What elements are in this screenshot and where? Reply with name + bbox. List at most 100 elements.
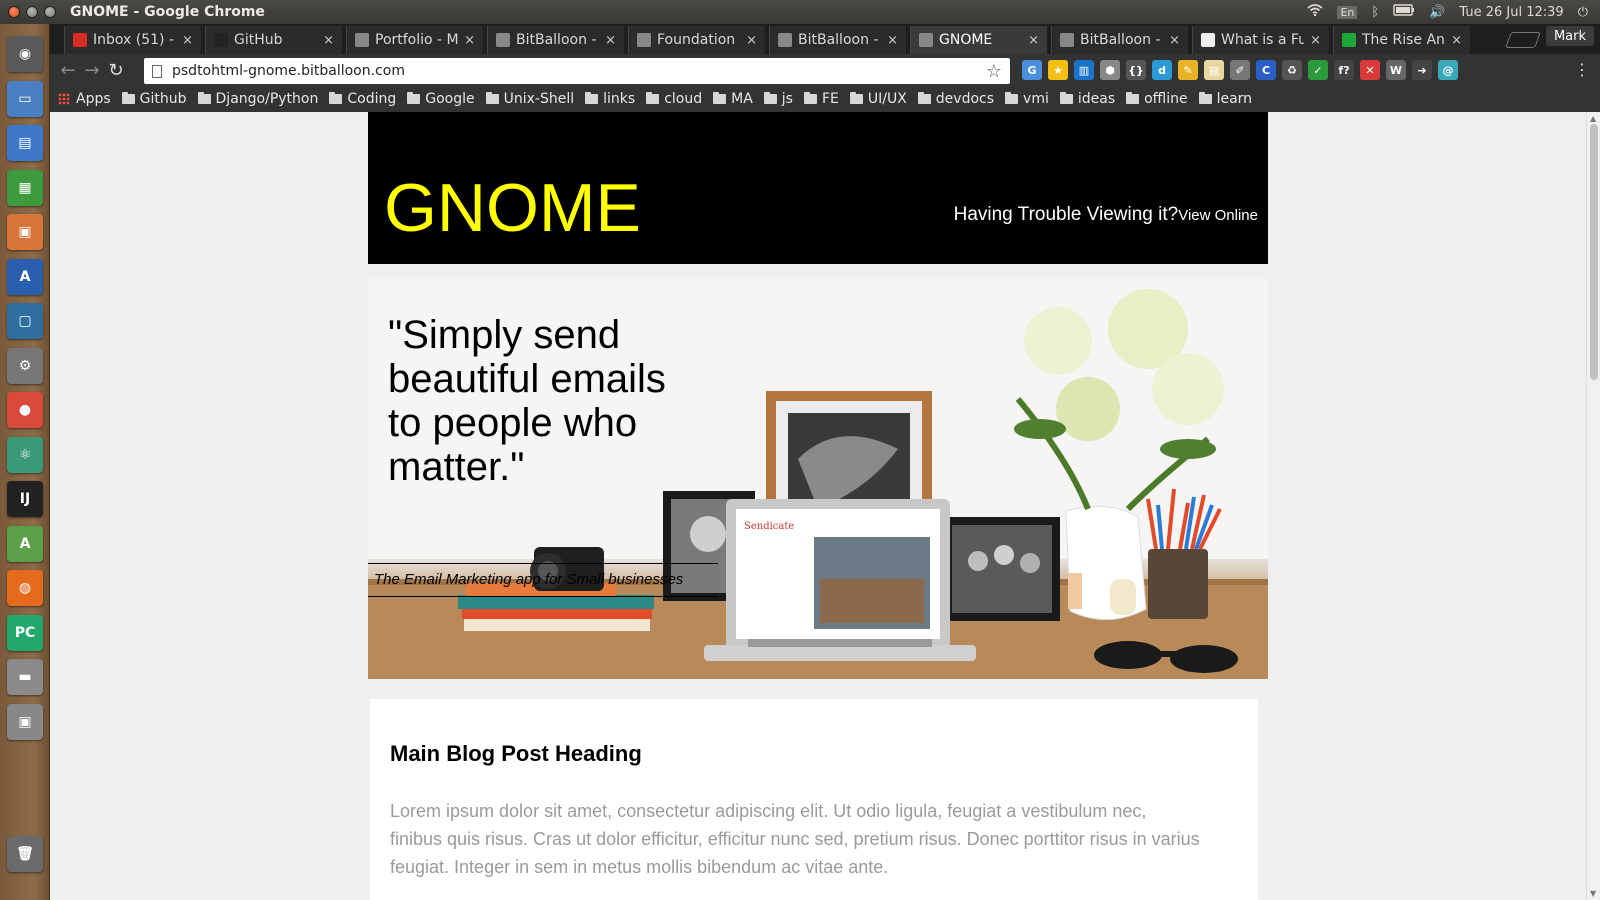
highlighter-ext-icon[interactable]: ✎ <box>1178 60 1198 80</box>
bookmark-folder[interactable]: vmi <box>1005 91 1049 107</box>
wifi-icon[interactable] <box>1307 4 1324 20</box>
firefox-launcher-icon[interactable]: ◍ <box>7 570 43 606</box>
bookmark-folder[interactable]: FE <box>803 91 839 107</box>
bookmark-folder[interactable]: Coding <box>329 91 396 107</box>
function-ext-icon[interactable]: f? <box>1334 60 1354 80</box>
page-viewport: GNOME Having Trouble Viewing it?View Onl… <box>50 112 1586 900</box>
tab-9[interactable]: The Rise An × <box>1333 26 1470 54</box>
shield-ext-icon[interactable]: ⬢ <box>1100 60 1120 80</box>
close-window-button[interactable] <box>8 6 20 18</box>
tab-close-icon[interactable]: × <box>605 33 616 48</box>
tab-1[interactable]: GitHub × <box>205 26 342 54</box>
minimize-window-button[interactable] <box>26 6 38 18</box>
json-ext-icon[interactable]: {} <box>1126 60 1146 80</box>
bookmark-folder[interactable]: offline <box>1126 91 1188 107</box>
tab-8[interactable]: What is a Fu × <box>1192 26 1329 54</box>
tab-close-icon[interactable]: × <box>887 33 898 48</box>
bookmark-star-icon[interactable]: ☆ <box>986 61 1002 82</box>
bookmark-folder[interactable]: devdocs <box>917 91 994 107</box>
tab-5[interactable]: BitBalloon - × <box>769 26 906 54</box>
address-bar[interactable]: psdtohtml-gnome.bitballoon.com ☆ <box>144 58 1010 84</box>
tab-close-icon[interactable]: × <box>1169 33 1180 48</box>
tab-3[interactable]: BitBalloon - × <box>487 26 624 54</box>
clock-indicator[interactable]: Tue 26 Jul 12:39 <box>1459 5 1563 20</box>
bookmark-folder[interactable]: cloud <box>646 91 702 107</box>
bookmark-folder[interactable]: learn <box>1198 91 1252 107</box>
back-arrow-icon[interactable]: ← <box>56 60 80 81</box>
keyboard-layout-indicator[interactable]: En <box>1337 5 1358 19</box>
files-launcher-icon[interactable]: ▭ <box>7 80 43 117</box>
new-tab-button[interactable] <box>1505 32 1541 48</box>
terminal-launcher-icon[interactable]: ▣ <box>7 703 43 740</box>
dash-home-launcher-icon[interactable]: ◉ <box>7 36 43 72</box>
tab-7[interactable]: BitBalloon - × <box>1051 26 1188 54</box>
tab-close-icon[interactable]: × <box>1028 33 1039 48</box>
scrollbar-thumb[interactable] <box>1590 124 1598 380</box>
view-online-link[interactable]: View Online <box>1178 207 1258 224</box>
tab-close-icon[interactable]: × <box>1310 33 1321 48</box>
tab-close-icon[interactable]: × <box>746 33 757 48</box>
volume-icon[interactable]: 🔊 <box>1429 5 1445 20</box>
software-center-launcher-icon[interactable]: A <box>7 258 43 295</box>
drive-launcher-icon[interactable]: ▬ <box>7 659 43 695</box>
arrow-ext-icon[interactable]: ➜ <box>1412 60 1432 80</box>
tab-close-icon[interactable]: × <box>1451 33 1462 48</box>
red-badge-ext-icon[interactable]: ✕ <box>1360 60 1380 80</box>
pen-ext-icon[interactable]: ✐ <box>1230 60 1250 80</box>
bookmark-folder[interactable]: Unix-Shell <box>485 91 574 107</box>
dict-ext-icon[interactable]: d <box>1152 60 1172 80</box>
tab-close-icon[interactable]: × <box>464 33 475 48</box>
trello-ext-icon[interactable]: ▥ <box>1074 60 1094 80</box>
bookmark-apps[interactable]: Apps <box>58 91 111 107</box>
wordpress-ext-icon[interactable]: W <box>1386 60 1406 80</box>
profile-button[interactable]: Mark <box>1545 26 1594 46</box>
tab-close-icon[interactable]: × <box>323 33 334 48</box>
tab-4[interactable]: Foundation × <box>628 26 765 54</box>
chrome-launcher-icon[interactable]: ● <box>7 392 43 428</box>
reload-icon[interactable]: ↻ <box>104 60 128 81</box>
page-scrollbar[interactable]: ▲ ▼ <box>1586 112 1600 900</box>
bookmark-folder[interactable]: UI/UX <box>849 91 907 107</box>
tab-close-icon[interactable]: × <box>182 33 193 48</box>
libreoffice-calc-launcher-icon[interactable]: ▦ <box>7 169 43 206</box>
bookmark-star-ext-icon[interactable]: ★ <box>1048 60 1068 80</box>
pycharm-launcher-icon[interactable]: PC <box>7 614 43 651</box>
bookmark-folder[interactable]: js <box>763 91 793 107</box>
bookmark-folder[interactable]: Google <box>407 91 475 107</box>
bluetooth-icon[interactable]: ᛒ <box>1371 5 1379 20</box>
bookmark-folder[interactable]: ideas <box>1059 91 1115 107</box>
address-bar-url[interactable]: psdtohtml-gnome.bitballoon.com <box>172 63 986 79</box>
translate-ext-icon[interactable]: G <box>1022 60 1042 80</box>
scroll-up-arrow-icon[interactable]: ▲ <box>1590 114 1596 123</box>
tab-label: The Rise An <box>1362 32 1445 48</box>
libreoffice-impress-launcher-icon[interactable]: ▣ <box>7 214 43 250</box>
tab-0[interactable]: Inbox (51) - r × <box>64 26 201 54</box>
trash-launcher-icon[interactable]: 🗑 <box>7 836 43 872</box>
folder-icon <box>849 92 863 104</box>
android-studio-launcher-icon[interactable]: A <box>7 525 43 562</box>
badge-ext-icon[interactable]: C <box>1256 60 1276 80</box>
intellij-launcher-icon[interactable]: IJ <box>7 481 43 517</box>
power-icon[interactable]: ⏻ <box>1578 5 1588 20</box>
forward-arrow-icon[interactable]: → <box>80 60 104 81</box>
bookmark-folder[interactable]: links <box>585 91 635 107</box>
libreoffice-writer-launcher-icon[interactable]: ▤ <box>7 125 43 161</box>
maximize-window-button[interactable] <box>44 6 56 18</box>
swirl-ext-icon[interactable]: @ <box>1438 60 1458 80</box>
tab-label: What is a Fu <box>1221 32 1305 48</box>
battery-icon[interactable] <box>1393 4 1415 20</box>
atom-launcher-icon[interactable]: ⚛ <box>7 436 43 473</box>
workspace-switcher-launcher-icon[interactable]: ▢ <box>7 303 43 339</box>
tab-6[interactable]: GNOME × <box>910 26 1047 54</box>
scroll-down-arrow-icon[interactable]: ▼ <box>1590 889 1596 898</box>
notes-ext-icon[interactable]: ▤ <box>1204 60 1224 80</box>
system-settings-launcher-icon[interactable]: ⚙ <box>7 347 43 384</box>
check-ext-icon[interactable]: ✓ <box>1308 60 1328 80</box>
bookmark-folder[interactable]: Github <box>121 91 187 107</box>
bookmark-folder[interactable]: Django/Python <box>197 91 318 107</box>
chrome-menu-icon[interactable]: ⋮ <box>1574 60 1590 79</box>
folder-icon <box>803 92 817 104</box>
recycle-ext-icon[interactable]: ♻ <box>1282 60 1302 80</box>
bookmark-folder[interactable]: MA <box>713 91 753 107</box>
tab-2[interactable]: Portfolio - M × <box>346 26 483 54</box>
